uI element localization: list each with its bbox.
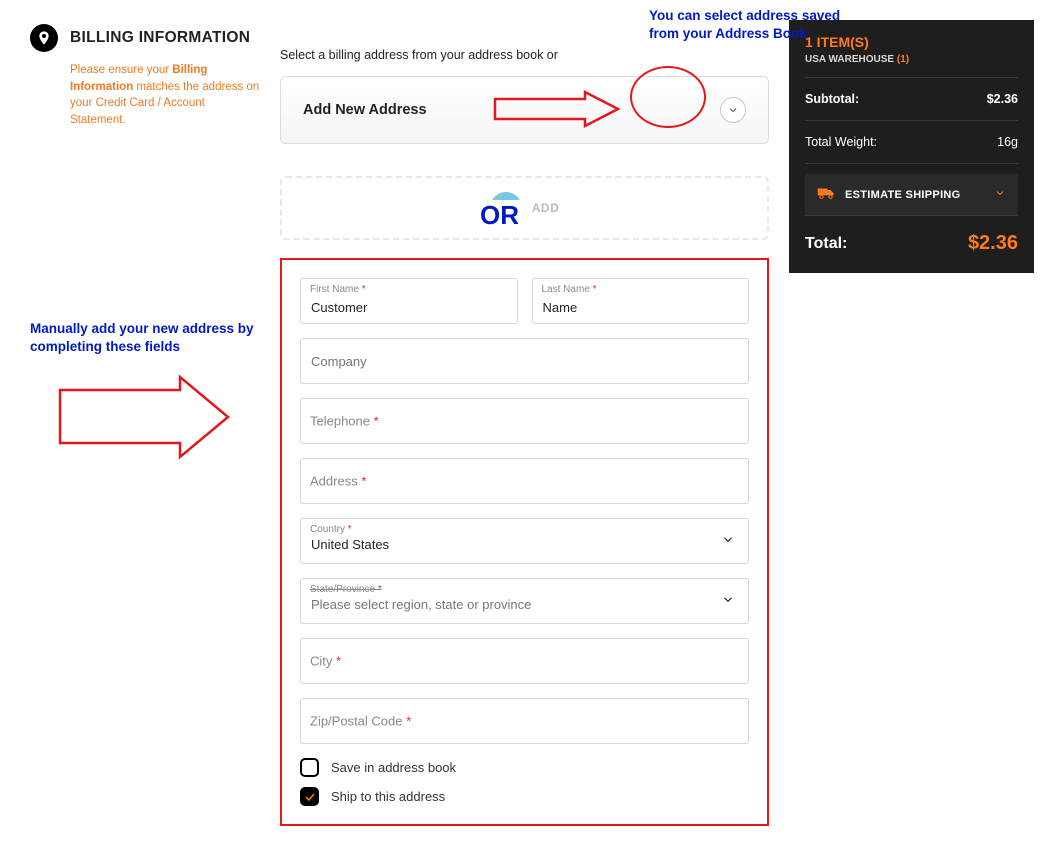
- state-select[interactable]: Please select region, state or province: [300, 578, 749, 624]
- annotation-circle: [630, 66, 706, 128]
- ship-here-label: Ship to this address: [331, 789, 445, 804]
- annotation-arrow-top-icon: [490, 89, 620, 129]
- location-pin-icon: [30, 24, 58, 52]
- city-input[interactable]: [300, 638, 749, 684]
- subtotal-value: $2.36: [987, 92, 1018, 106]
- billing-title: BILLING INFORMATION: [70, 29, 250, 47]
- company-input[interactable]: [300, 338, 749, 384]
- chevron-down-icon: [720, 97, 746, 123]
- address-form: First Name * Last Name * Telephone * Add…: [280, 258, 769, 826]
- zip-input[interactable]: [300, 698, 749, 744]
- add-strip-label: ADD: [532, 201, 560, 215]
- summary-warehouse: USA WAREHOUSE (1): [805, 54, 1018, 78]
- estimate-label: ESTIMATE SHIPPING: [845, 189, 984, 201]
- save-address-checkbox[interactable]: [300, 758, 319, 777]
- annotation-left: Manually add your new address by complet…: [30, 320, 255, 355]
- estimate-shipping-toggle[interactable]: ESTIMATE SHIPPING: [805, 174, 1018, 216]
- annotation-arrow-left-icon: [50, 375, 230, 465]
- telephone-input[interactable]: [300, 398, 749, 444]
- annotation-or: OR: [472, 200, 527, 231]
- subtotal-label: Subtotal:: [805, 92, 859, 106]
- country-select[interactable]: United States: [300, 518, 749, 564]
- billing-note: Please ensure your Billing Information m…: [70, 62, 260, 129]
- total-label: Total:: [805, 235, 847, 253]
- save-address-label: Save in address book: [331, 760, 456, 775]
- order-summary: 1 ITEM(S) USA WAREHOUSE (1) Subtotal: $2…: [789, 20, 1034, 273]
- ship-here-checkbox[interactable]: [300, 787, 319, 806]
- address-input[interactable]: [300, 458, 749, 504]
- chevron-down-icon: [994, 187, 1006, 202]
- last-name-input[interactable]: [532, 278, 750, 324]
- truck-icon: [817, 186, 835, 203]
- address-dropdown-label: Add New Address: [303, 102, 427, 118]
- weight-label: Total Weight:: [805, 135, 877, 149]
- total-value: $2.36: [968, 232, 1018, 255]
- annotation-top: You can select address saved from your A…: [649, 7, 869, 42]
- instruction-text: Select a billing address from your addre…: [280, 48, 769, 62]
- first-name-input[interactable]: [300, 278, 518, 324]
- weight-value: 16g: [997, 135, 1018, 149]
